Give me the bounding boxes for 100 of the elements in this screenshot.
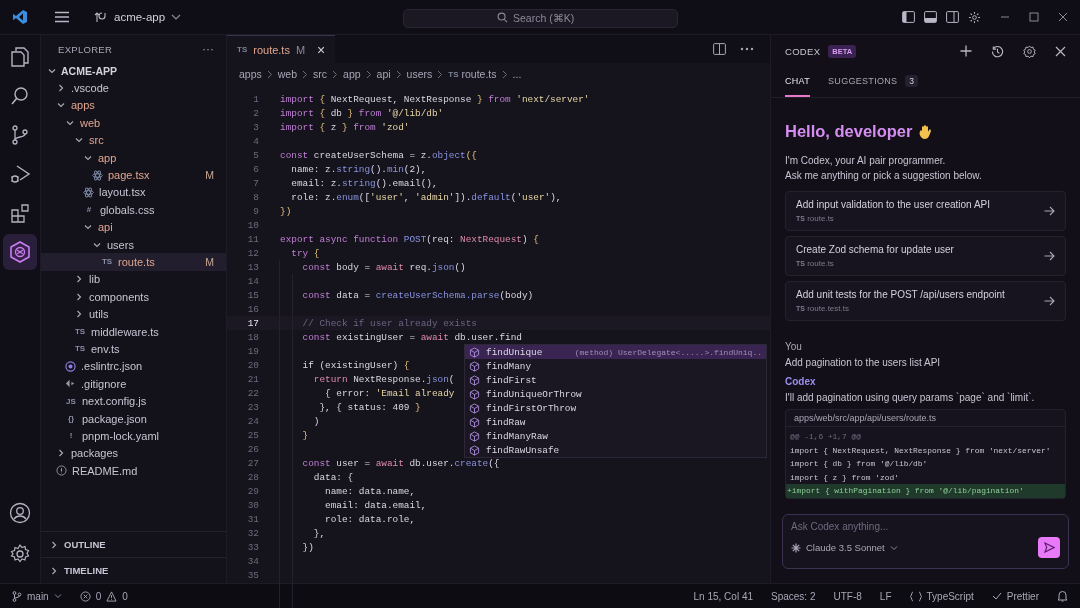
more-actions-button[interactable]: ··· — [202, 42, 214, 56]
file-item[interactable]: {} package.json — [41, 409, 226, 428]
editor-tab[interactable]: TS route.ts M × — [227, 35, 336, 63]
breadcrumb-item[interactable]: apps — [239, 68, 262, 80]
code-line: }, — [312, 527, 325, 539]
menu-icon[interactable] — [54, 11, 70, 23]
file-type-label: TS — [74, 344, 86, 354]
panel-tab[interactable]: SUGGESTIONS 3 — [828, 67, 919, 97]
cube-icon — [469, 416, 480, 428]
intro-text: Ask me anything or pick a suggestion below. — [785, 169, 983, 183]
status-item[interactable]: UTF-8 — [833, 590, 862, 602]
folder-item[interactable]: src — [41, 131, 226, 149]
breadcrumb-item[interactable]: src — [313, 68, 328, 80]
problems-indicator[interactable]: 0 0 — [79, 590, 128, 602]
autocomplete-item[interactable]: findManyRaw — [465, 429, 766, 443]
line-number: 19 — [246, 345, 259, 357]
workspace-name[interactable]: acme-app — [114, 11, 166, 23]
greeting-heading: Hello, developer — [785, 122, 913, 141]
more-actions-icon[interactable] — [740, 47, 754, 51]
chevron-down-icon — [889, 544, 898, 551]
close-icon[interactable] — [1055, 45, 1066, 57]
close-icon[interactable] — [1058, 12, 1068, 22]
folder-item[interactable]: packages — [41, 444, 226, 462]
search-field[interactable]: Search (⌘K) — [403, 8, 678, 28]
formatter-status[interactable]: Prettier — [991, 590, 1039, 602]
model-selector[interactable]: Claude 3.5 Sonnet — [791, 542, 898, 553]
bell-icon[interactable] — [1057, 590, 1068, 602]
secondary-sidebar-icon[interactable] — [946, 11, 959, 23]
folder-item[interactable]: users — [41, 235, 226, 254]
file-item[interactable]: .gitignore — [41, 375, 226, 393]
file-item[interactable]: README.md — [41, 462, 226, 480]
settings-icon[interactable] — [968, 10, 981, 24]
autocomplete-item[interactable]: findRawUnsafe — [465, 443, 766, 457]
folder-item[interactable]: app — [41, 148, 226, 167]
blocks-icon — [9, 202, 31, 224]
folder-item[interactable]: apps — [41, 96, 226, 115]
panel-title: CODEX — [785, 45, 821, 57]
chevron-down-icon[interactable] — [171, 13, 182, 21]
maximize-icon[interactable] — [1029, 12, 1039, 22]
arrow-right-icon — [1044, 206, 1055, 216]
close-tab-button[interactable]: × — [317, 41, 326, 58]
autocomplete-item[interactable]: findUniqueOrThrow — [465, 387, 766, 401]
braces-icon — [909, 590, 922, 602]
autocomplete-item[interactable]: findMany — [465, 359, 766, 373]
breadcrumb-item[interactable]: web — [277, 68, 298, 80]
send-button[interactable] — [1038, 537, 1060, 558]
collapsed-panel-header[interactable]: OUTLINE — [41, 531, 226, 557]
language-mode[interactable]: TypeScript — [909, 590, 974, 602]
file-type-label: TS — [74, 327, 86, 337]
folder-item[interactable]: web — [41, 114, 226, 132]
history-icon[interactable] — [991, 44, 1004, 58]
status-item[interactable]: Ln 15, Col 41 — [693, 590, 753, 602]
breadcrumb-item[interactable]: ... — [512, 68, 522, 80]
code-line: }, { status: 409 } — [318, 401, 421, 413]
message-text: I'll add pagination using query params `page` and `limit`. — [785, 392, 1036, 403]
breadcrumb-item[interactable]: users — [406, 68, 433, 80]
folder-item[interactable]: lib — [41, 270, 226, 289]
branch-indicator[interactable]: main — [12, 590, 62, 602]
line-number: 25 — [246, 429, 259, 441]
files-icon — [9, 46, 31, 68]
panel-tab[interactable]: CHAT — [785, 67, 811, 97]
settings-icon[interactable] — [1023, 44, 1036, 58]
autocomplete-item[interactable]: findUnique (method) UserDelegate<.....>.findUniq.. — [465, 345, 766, 359]
folder-item[interactable]: components — [41, 288, 226, 306]
check-icon — [991, 592, 1002, 600]
autocomplete-item[interactable]: findFirstOrThrow — [465, 401, 766, 415]
file-item[interactable]: TS middleware.ts — [41, 322, 226, 341]
file-item[interactable]: TS route.ts M — [41, 253, 226, 271]
file-item[interactable]: TS env.ts — [41, 340, 226, 358]
file-item[interactable]: ! pnpm-lock.yaml — [41, 427, 226, 445]
line-number: 21 — [246, 373, 259, 385]
file-item[interactable]: layout.tsx — [41, 183, 226, 202]
file-item[interactable]: .eslintrc.json — [41, 357, 226, 376]
autocomplete-item[interactable]: findFirst — [465, 373, 766, 387]
line-number: 32 — [246, 527, 259, 539]
folder-item[interactable]: api — [41, 218, 226, 236]
file-item[interactable]: page.tsx M — [41, 166, 226, 184]
account-icon[interactable] — [9, 502, 31, 524]
suggestion-title: Create Zod schema for update user — [796, 244, 955, 255]
sidebar-toggle-icon[interactable] — [902, 11, 915, 23]
file-item[interactable]: JS next.config.js — [41, 392, 226, 410]
breadcrumb-item[interactable]: api — [376, 68, 391, 80]
folder-item[interactable]: utils — [41, 305, 226, 323]
panel-toggle-icon[interactable] — [924, 11, 937, 23]
status-item[interactable]: Spaces: 2 — [771, 590, 816, 602]
line-number: 16 — [246, 303, 259, 315]
activity-bar-button[interactable] — [3, 234, 37, 270]
chat-input[interactable]: Ask Codex anything... — [791, 521, 1060, 532]
warning-icon — [106, 590, 118, 602]
breadcrumb-item[interactable]: app — [343, 68, 361, 80]
folder-item[interactable]: .vscode — [41, 79, 226, 97]
settings-icon[interactable] — [9, 543, 31, 565]
file-item[interactable]: # globals.css — [41, 201, 226, 219]
plus-icon[interactable] — [960, 45, 972, 57]
split-editor-icon[interactable] — [713, 43, 726, 55]
code-line: export async function POST(req: NextRequest) { — [280, 233, 539, 245]
autocomplete-item[interactable]: findRaw — [465, 415, 766, 429]
breadcrumb-item[interactable]: route.ts — [461, 68, 497, 80]
workspace-root-item[interactable]: ACME-APP — [41, 62, 226, 80]
status-item[interactable]: LF — [879, 590, 892, 602]
